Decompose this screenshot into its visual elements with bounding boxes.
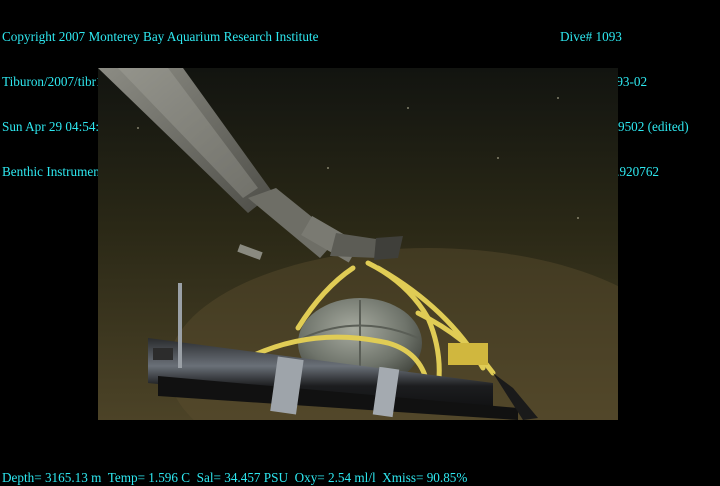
- dive-number-text: Dive# 1093: [560, 29, 622, 44]
- telemetry-bar: Depth= 3165.13 m Temp= 1.596 C Sal= 34.4…: [2, 470, 468, 485]
- underwater-scene: [98, 68, 618, 420]
- copyright-text: Copyright 2007 Monterey Bay Aquarium Res…: [2, 29, 319, 44]
